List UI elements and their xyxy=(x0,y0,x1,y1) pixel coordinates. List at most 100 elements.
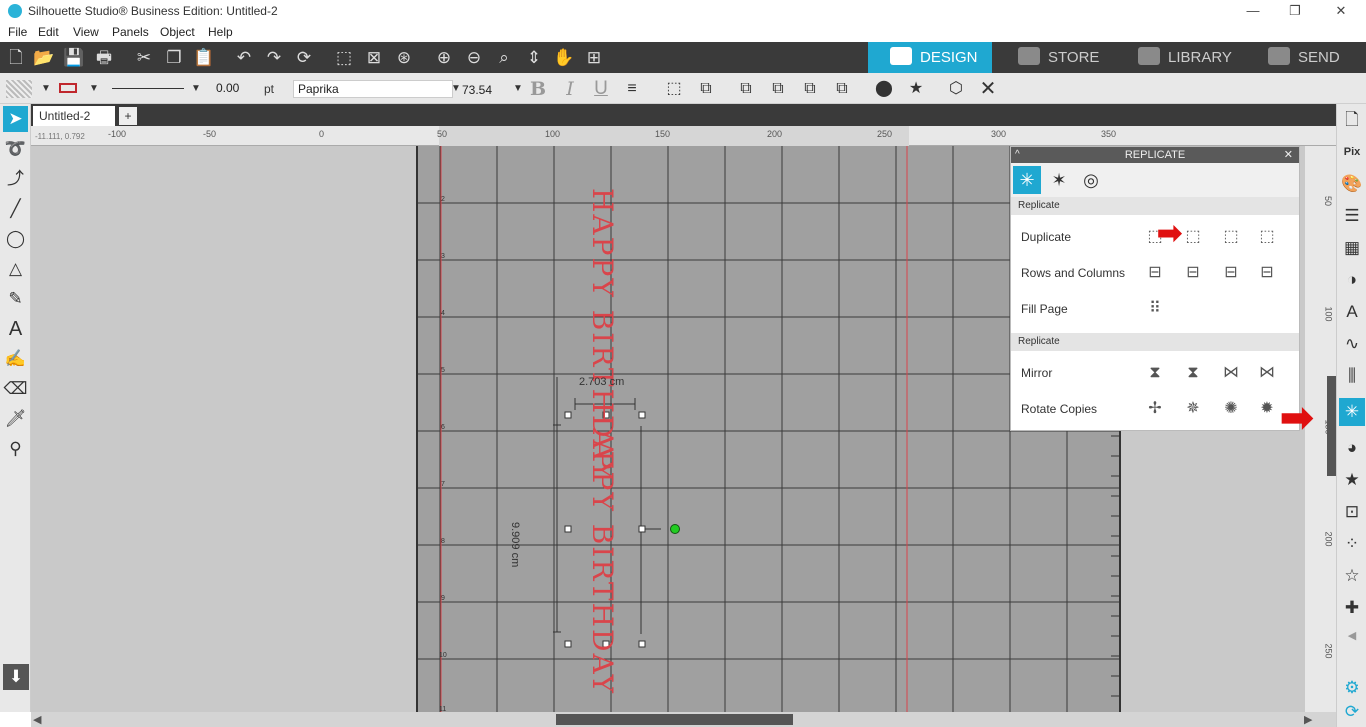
refresh-icon[interactable]: ⟳ xyxy=(292,46,316,70)
knife-icon[interactable]: 🗡 xyxy=(3,406,28,432)
horizontal-scrollbar[interactable]: ◀ ▶ xyxy=(31,712,1336,727)
fill-pattern-panel-icon[interactable]: ▦ xyxy=(1339,234,1365,262)
rotate-six-copies-icon[interactable]: ✺ xyxy=(1217,395,1245,423)
zoom-select-icon[interactable]: ⌕ xyxy=(492,46,516,70)
bring-forward-icon[interactable]: ⧉ xyxy=(766,77,790,101)
ellipse-tool-icon[interactable]: ◯ xyxy=(3,226,28,252)
scroll-right-icon[interactable]: ▶ xyxy=(1304,713,1312,726)
align-panel-icon[interactable]: ⫼ xyxy=(1339,362,1365,390)
maximize-button[interactable]: ❐ xyxy=(1272,0,1318,22)
tab-send[interactable]: SEND xyxy=(1240,42,1366,73)
columns-up-icon[interactable]: ⊟ xyxy=(1253,259,1281,287)
paste-icon[interactable]: 📋 xyxy=(192,46,216,70)
undo-icon[interactable]: ↶ xyxy=(232,46,256,70)
text-to-path-icon[interactable]: ∿ xyxy=(1339,330,1365,358)
send-backward-icon[interactable]: ⧉ xyxy=(798,77,822,101)
fill-page-icon[interactable]: ⠿ xyxy=(1141,295,1169,323)
eyedropper-icon[interactable]: ⚲ xyxy=(3,436,28,462)
zoom-out-icon[interactable]: ⊖ xyxy=(462,46,486,70)
print-icon[interactable]: 🖶 xyxy=(92,46,116,70)
rows-left-icon[interactable]: ⊟ xyxy=(1141,259,1169,287)
line-color-dropdown-icon[interactable]: ▼ xyxy=(82,77,106,101)
line-width-input[interactable]: 0.00 xyxy=(212,80,254,98)
replicate-tab-icon[interactable]: ✳ xyxy=(1013,166,1041,194)
delete-icon[interactable]: ✕ xyxy=(976,77,1000,101)
tab-design[interactable]: DESIGN xyxy=(868,42,992,73)
font-selector[interactable]: Paprika xyxy=(293,80,453,98)
text-style-icon[interactable]: A xyxy=(1339,298,1365,326)
palette-icon[interactable]: 🎨 xyxy=(1339,170,1365,198)
collapse-arrow-icon[interactable]: ◀ xyxy=(1339,622,1365,650)
fill-pattern-icon[interactable] xyxy=(6,80,32,98)
duplicate-above-icon[interactable]: ⬚ xyxy=(1253,223,1281,251)
deselect-icon[interactable]: ⊠ xyxy=(362,46,386,70)
menu-view[interactable]: View xyxy=(73,25,99,39)
menu-help[interactable]: Help xyxy=(208,25,233,39)
star-shape-icon[interactable]: ★ xyxy=(904,77,928,101)
replicate-panel-icon[interactable]: ✳ xyxy=(1339,398,1365,426)
zoom-in-icon[interactable]: ⊕ xyxy=(432,46,456,70)
menu-panels[interactable]: Panels xyxy=(112,25,149,39)
puzzle-icon[interactable]: ✚ xyxy=(1339,594,1365,622)
lasso-icon[interactable]: ➰ xyxy=(3,136,28,162)
contrast-icon[interactable]: ◑ xyxy=(1339,266,1365,294)
underline-button[interactable]: U xyxy=(589,77,613,101)
copy-icon[interactable]: ❐ xyxy=(162,46,186,70)
duplicate-below-icon[interactable]: ⬚ xyxy=(1217,223,1245,251)
align-icon[interactable]: ≡ xyxy=(620,77,644,101)
line-tool-icon[interactable]: ╱ xyxy=(3,196,28,222)
text-tool-icon[interactable]: A xyxy=(3,316,28,342)
duplicate-right-icon[interactable]: ⬚ xyxy=(1179,223,1207,251)
italic-button[interactable]: I xyxy=(558,77,582,101)
minimize-button[interactable]: — xyxy=(1230,0,1276,22)
document-tab[interactable]: Untitled-2 xyxy=(33,106,115,126)
curve-icon[interactable]: ⤴ xyxy=(3,166,28,192)
menu-edit[interactable]: Edit xyxy=(38,25,59,39)
select-all-icon[interactable]: ⬚ xyxy=(332,46,356,70)
collapse-panel-icon[interactable]: ^ xyxy=(1015,147,1020,163)
mirror-right-icon[interactable]: ⋈ xyxy=(1253,359,1281,387)
line-style-icon[interactable]: ☰ xyxy=(1339,202,1365,230)
fit-page-icon[interactable]: ⊞ xyxy=(582,46,606,70)
rotate-eight-copies-icon[interactable]: ✹ xyxy=(1253,395,1281,423)
library-import-icon[interactable]: ⬇ xyxy=(3,664,29,690)
redo-icon[interactable]: ↷ xyxy=(262,46,286,70)
sketch-icon[interactable]: ⁘ xyxy=(1339,530,1365,558)
panel-close-icon[interactable]: ✕ xyxy=(1284,147,1293,163)
modify-icon[interactable]: ◕ xyxy=(1339,434,1365,462)
pixscan-icon[interactable]: Pix xyxy=(1339,138,1365,166)
save-icon[interactable]: 💾 xyxy=(62,46,86,70)
pan-down-icon[interactable]: ⇕ xyxy=(522,46,546,70)
menu-object[interactable]: Object xyxy=(160,25,195,39)
open-folder-icon[interactable]: 📂 xyxy=(32,46,56,70)
select-by-color-icon[interactable]: ⊛ xyxy=(392,46,416,70)
cut-icon[interactable]: ✂ xyxy=(132,46,156,70)
line-style-dropdown-icon[interactable]: ▼ xyxy=(184,77,208,101)
new-document-icon[interactable]: 🗋 xyxy=(4,46,28,70)
mirror-left-icon[interactable]: ⋈ xyxy=(1217,359,1245,387)
weld-icon[interactable]: ⬤ xyxy=(872,77,896,101)
ungroup-icon[interactable]: ⧉ xyxy=(694,77,718,101)
add-tab-button[interactable]: + xyxy=(119,107,137,125)
text-happy-birthday-selected[interactable]: HAPPY BIRTHDAY xyxy=(585,402,619,695)
rotate-four-copies-icon[interactable]: ✵ xyxy=(1179,395,1207,423)
tab-store[interactable]: STORE xyxy=(992,42,1116,73)
rotate-two-copies-icon[interactable]: ✢ xyxy=(1141,395,1169,423)
rows-right-icon[interactable]: ⊟ xyxy=(1179,259,1207,287)
edit-text-icon[interactable]: ✍ xyxy=(3,346,28,372)
tab-library[interactable]: LIBRARY xyxy=(1116,42,1240,73)
mirror-below-icon[interactable]: ⧗ xyxy=(1141,359,1169,387)
star-effect-icon[interactable]: ★ xyxy=(1339,466,1365,494)
send-back-icon[interactable]: ⧉ xyxy=(830,77,854,101)
rotate-tab-icon[interactable]: ◎ xyxy=(1077,166,1105,194)
fill-dropdown-icon[interactable]: ▼ xyxy=(34,77,58,101)
line-style-preview[interactable] xyxy=(112,88,184,89)
pencil-tool-icon[interactable]: ✎ xyxy=(3,286,28,312)
horizontal-scroll-thumb[interactable] xyxy=(556,714,793,725)
trace-icon[interactable]: ⊡ xyxy=(1339,498,1365,526)
menu-file[interactable]: File xyxy=(8,25,27,39)
3d-box-icon[interactable]: ⬡ xyxy=(944,77,968,101)
select-arrow-icon[interactable]: ➤ xyxy=(3,106,28,132)
eraser-icon[interactable]: ⌫ xyxy=(3,376,28,402)
scroll-left-icon[interactable]: ◀ xyxy=(33,713,41,726)
